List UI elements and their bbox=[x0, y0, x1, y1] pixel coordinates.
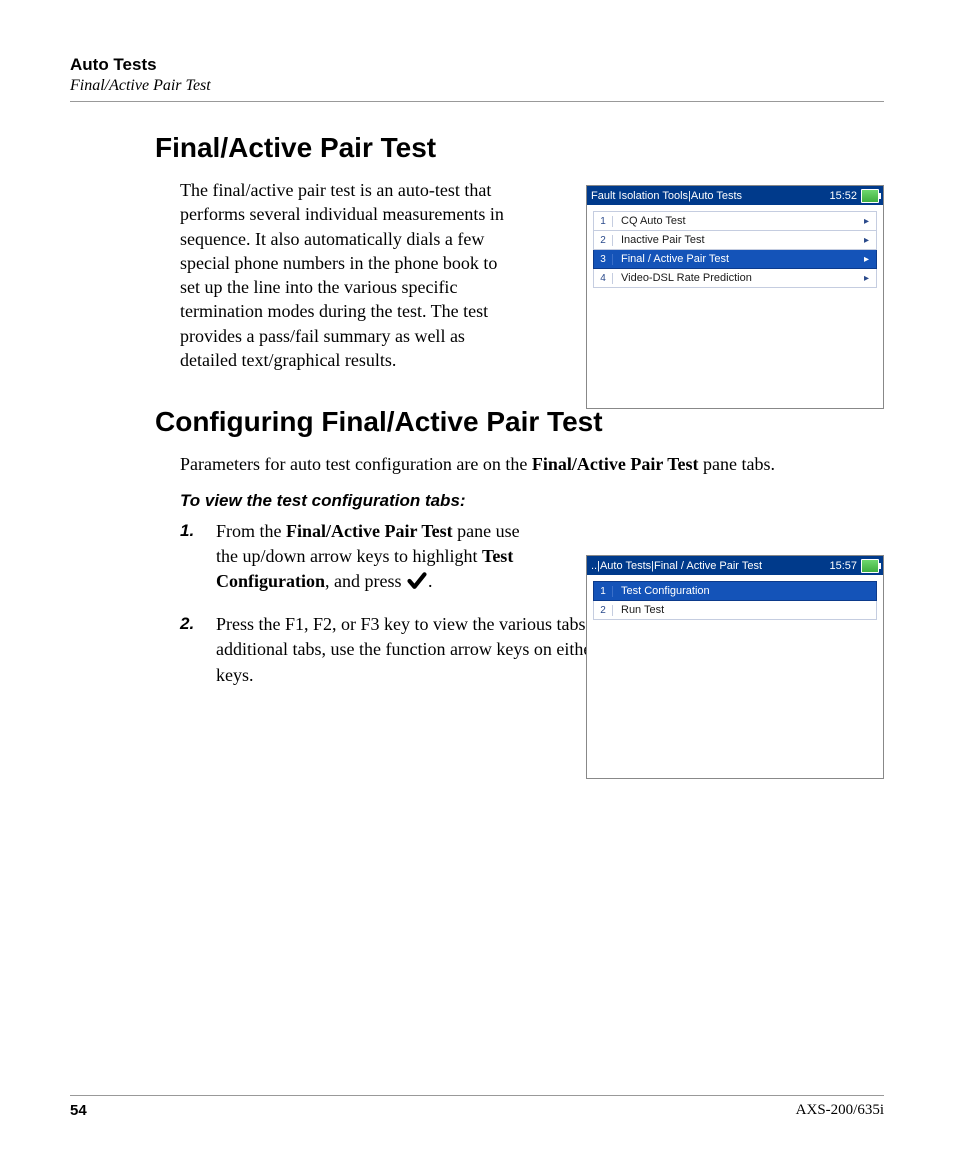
chevron-right-icon: ▸ bbox=[864, 273, 876, 284]
step-1: From the Final/Active Pair Test pane use… bbox=[180, 519, 526, 599]
battery-icon bbox=[861, 189, 879, 203]
screenshot1-body: 1 CQ Auto Test ▸ 2 Inactive Pair Test ▸ … bbox=[587, 205, 883, 294]
screenshot1-titlebar: Fault Isolation Tools|Auto Tests 15:52 bbox=[587, 186, 883, 205]
step1-b1: Final/Active Pair Test bbox=[286, 521, 453, 541]
chevron-right-icon: ▸ bbox=[864, 254, 876, 265]
row-label: Final / Active Pair Test bbox=[613, 253, 864, 265]
chapter-title: Auto Tests bbox=[70, 55, 884, 75]
row-num: 1 bbox=[594, 586, 613, 597]
page-footer: 54 AXS-200/635i bbox=[70, 1095, 884, 1119]
chevron-right-icon: ▸ bbox=[864, 216, 876, 227]
menu-item-cq-auto-test[interactable]: 1 CQ Auto Test ▸ bbox=[593, 211, 877, 231]
screenshot1-time: 15:52 bbox=[829, 190, 857, 202]
subheading-tabs: To view the test configuration tabs: bbox=[180, 491, 490, 511]
footer-rule bbox=[70, 1095, 884, 1096]
chevron-right-icon: ▸ bbox=[864, 235, 876, 246]
row-label: CQ Auto Test bbox=[613, 215, 864, 227]
config-intro-pre: Parameters for auto test configuration a… bbox=[180, 454, 532, 474]
intro-paragraph: The final/active pair test is an auto-te… bbox=[180, 178, 510, 372]
screenshot1-breadcrumb: Fault Isolation Tools|Auto Tests bbox=[591, 190, 829, 202]
row-num: 3 bbox=[594, 254, 613, 265]
row-label: Video-DSL Rate Prediction bbox=[613, 272, 864, 284]
heading-configuring: Configuring Final/Active Pair Test bbox=[155, 406, 884, 438]
row-num: 2 bbox=[594, 235, 613, 246]
section-subtitle: Final/Active Pair Test bbox=[70, 77, 884, 95]
menu-item-test-configuration[interactable]: 1 Test Configuration bbox=[593, 581, 877, 601]
step1-pre: From the bbox=[216, 521, 286, 541]
screenshot2-body: 1 Test Configuration 2 Run Test bbox=[587, 575, 883, 626]
page-number: 54 bbox=[70, 1102, 87, 1119]
row-num: 1 bbox=[594, 216, 613, 227]
row-label: Test Configuration bbox=[613, 585, 864, 597]
step1-post2: . bbox=[428, 571, 433, 591]
screenshot2-time: 15:57 bbox=[829, 560, 857, 572]
menu-item-video-dsl-rate[interactable]: 4 Video-DSL Rate Prediction ▸ bbox=[593, 269, 877, 288]
check-icon bbox=[406, 571, 428, 598]
menu-item-run-test[interactable]: 2 Run Test bbox=[593, 601, 877, 620]
config-intro-post: pane tabs. bbox=[699, 454, 775, 474]
model-number: AXS-200/635i bbox=[796, 1102, 884, 1119]
row-label: Run Test bbox=[613, 604, 864, 616]
menu-item-inactive-pair-test[interactable]: 2 Inactive Pair Test ▸ bbox=[593, 231, 877, 250]
heading-final-active: Final/Active Pair Test bbox=[155, 132, 884, 164]
menu-item-final-active-pair-test[interactable]: 3 Final / Active Pair Test ▸ bbox=[593, 250, 877, 269]
header-rule bbox=[70, 101, 884, 102]
row-num: 2 bbox=[594, 605, 613, 616]
step1-post1: , and press bbox=[325, 571, 406, 591]
config-intro-bold: Final/Active Pair Test bbox=[532, 454, 699, 474]
screenshot2-breadcrumb: ..|Auto Tests|Final / Active Pair Test bbox=[591, 560, 829, 572]
battery-icon bbox=[861, 559, 879, 573]
page-header: Auto Tests Final/Active Pair Test bbox=[70, 55, 884, 102]
config-intro: Parameters for auto test configuration a… bbox=[180, 452, 880, 476]
row-label: Inactive Pair Test bbox=[613, 234, 864, 246]
screenshot-auto-tests-menu: Fault Isolation Tools|Auto Tests 15:52 1… bbox=[586, 185, 884, 409]
row-num: 4 bbox=[594, 273, 613, 284]
screenshot2-titlebar: ..|Auto Tests|Final / Active Pair Test 1… bbox=[587, 556, 883, 575]
screenshot-final-active-submenu: ..|Auto Tests|Final / Active Pair Test 1… bbox=[586, 555, 884, 779]
